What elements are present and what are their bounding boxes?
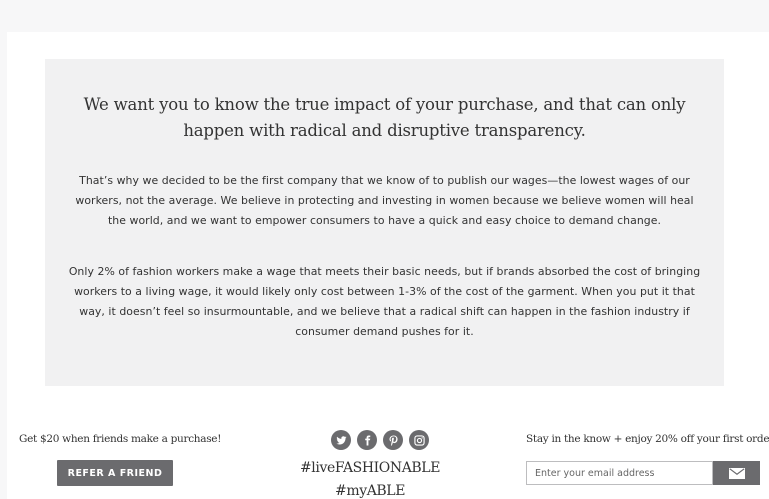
instagram-icon[interactable] bbox=[409, 430, 429, 450]
pinterest-glyph bbox=[388, 434, 398, 446]
twitter-icon[interactable] bbox=[331, 430, 351, 450]
email-submit-button[interactable] bbox=[713, 461, 760, 485]
envelope-icon bbox=[728, 467, 745, 479]
newsletter-text: Stay in the know + enjoy 20% off your fi… bbox=[526, 433, 769, 445]
referral-text: Get $20 when friends make a purchase! bbox=[19, 433, 222, 445]
email-input[interactable] bbox=[526, 461, 713, 485]
footer: Get $20 when friends make a purchase! RE… bbox=[0, 400, 769, 499]
hashtag-my-able: #myABLE bbox=[334, 483, 406, 499]
facebook-icon[interactable] bbox=[357, 430, 377, 450]
pinterest-icon[interactable] bbox=[383, 430, 403, 450]
mission-headline: We want you to know the true impact of y… bbox=[83, 95, 686, 140]
mission-panel: We want you to know the true impact of y… bbox=[45, 59, 724, 386]
instagram-glyph bbox=[413, 434, 425, 446]
mission-paragraph-wages: That’s why we decided to be the first co… bbox=[75, 174, 694, 227]
refer-a-friend-button[interactable]: REFER A FRIEND bbox=[57, 460, 173, 486]
mission-paragraph-living-wage: Only 2% of fashion workers make a wage t… bbox=[68, 265, 701, 338]
twitter-glyph bbox=[335, 435, 347, 444]
social-links bbox=[331, 430, 429, 450]
facebook-glyph bbox=[364, 434, 370, 446]
hashtag-live-fashionable: #liveFASHIONABLE bbox=[299, 460, 441, 476]
